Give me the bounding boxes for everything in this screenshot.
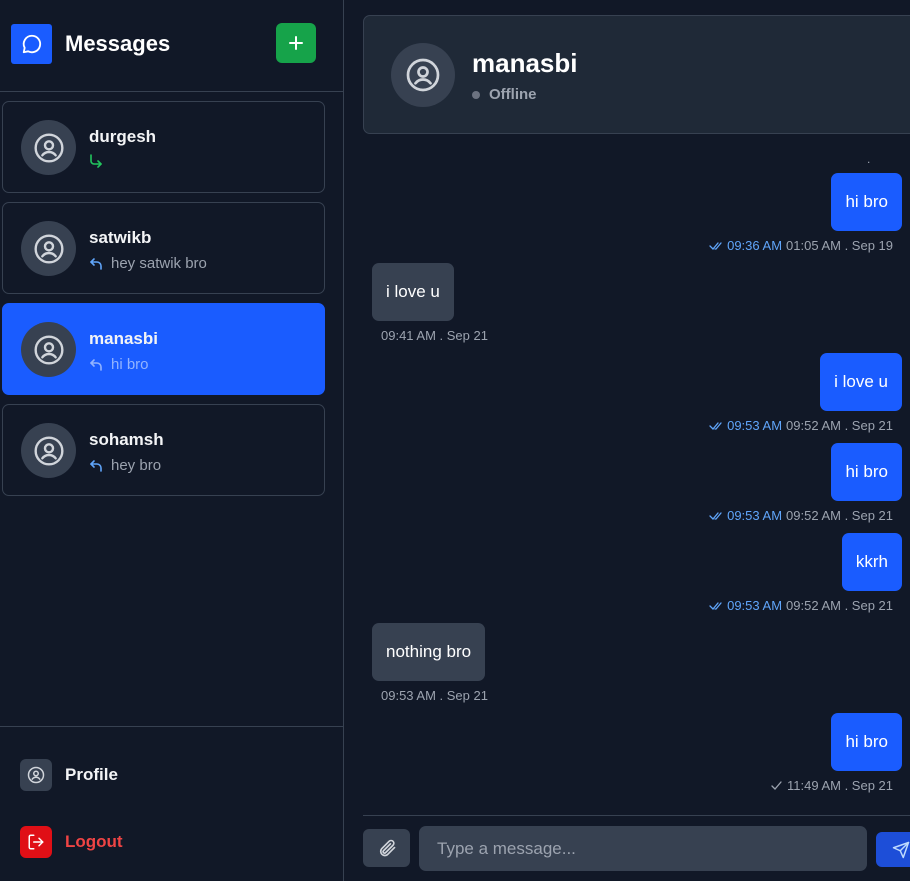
contact-name: satwikb [89, 228, 152, 247]
message-time: 11:49 AM . Sep 21 [787, 778, 893, 793]
message-meta: 09:53 AM 09:52 AM . Sep 21 [709, 418, 893, 433]
contact-name: manasbi [89, 329, 158, 348]
message-time: 01:05 AM . Sep 19 [786, 238, 893, 253]
message-bubble-incoming: nothing bro [372, 623, 486, 681]
message-time: 09:52 AM . Sep 21 [786, 598, 893, 613]
logout-label: Logout [65, 832, 123, 851]
message-bubble-outgoing: hi bro [831, 173, 902, 231]
contact-preview [89, 154, 111, 168]
contact-preview: hi bro [89, 356, 149, 373]
paperclip-icon [379, 839, 395, 857]
read-time: 09:36 AM [727, 238, 783, 253]
read-time: 09:53 AM [727, 598, 783, 613]
user-circle-icon [391, 43, 455, 107]
contact-preview-text: hey satwik bro [111, 255, 207, 272]
contact-item-durgesh[interactable]: durgesh [2, 101, 325, 193]
message-meta: 09:53 AM 09:52 AM . Sep 21 [709, 598, 893, 613]
message-time: 09:53 AM . Sep 21 [381, 688, 488, 703]
chat-bubble-icon [11, 24, 52, 64]
sidebar-footer: Profile Logout [0, 726, 343, 881]
contact-item-satwikb[interactable]: satwikb hey satwik bro [2, 202, 325, 294]
chat-contact-name: manasbi [472, 48, 578, 78]
reply-arrow-icon [90, 459, 102, 472]
profile-link[interactable]: Profile [20, 759, 118, 791]
plus-icon [289, 36, 303, 50]
message-meta: 09:41 AM . Sep 21 [381, 328, 488, 343]
scroll-marker: . [867, 152, 871, 166]
reply-arrow-icon [90, 358, 102, 371]
sidebar-header: Messages [0, 0, 343, 92]
message-time: 09:52 AM . Sep 21 [786, 418, 893, 433]
message-input[interactable] [419, 826, 867, 871]
new-chat-button[interactable] [276, 23, 316, 63]
app-title: Messages [65, 31, 171, 56]
status-dot [472, 90, 480, 99]
message-meta: 11:49 AM . Sep 21 [771, 778, 893, 793]
user-circle-icon [21, 423, 76, 478]
check-icon [771, 780, 782, 790]
user-circle-icon [20, 759, 52, 791]
chat-header: manasbi Offline [363, 15, 910, 134]
send-button[interactable] [876, 832, 910, 867]
contact-preview-text: hey bro [111, 457, 162, 474]
message-composer [363, 815, 910, 881]
message-bubble-incoming: i love u [372, 263, 454, 321]
send-icon [892, 841, 910, 858]
contact-preview: hey bro [89, 457, 161, 474]
contact-preview: hey satwik bro [89, 255, 207, 272]
message-time: 09:41 AM . Sep 21 [381, 328, 488, 343]
contact-preview-text: hi bro [111, 356, 149, 373]
contact-item-manasbi[interactable]: manasbi hi bro [2, 303, 325, 395]
logout-link[interactable]: Logout [20, 826, 123, 858]
message-bubble-outgoing: kkrh [841, 533, 902, 591]
profile-label: Profile [65, 765, 118, 784]
chat-status: Offline [472, 86, 537, 103]
double-check-icon [709, 601, 722, 610]
user-circle-icon [21, 120, 76, 175]
read-time: 09:53 AM [727, 418, 783, 433]
user-circle-icon [21, 221, 76, 276]
double-check-icon [709, 421, 722, 430]
message-meta: 09:53 AM . Sep 21 [381, 688, 488, 703]
contact-name: durgesh [89, 127, 157, 146]
double-check-icon [709, 241, 722, 250]
message-bubble-outgoing: hi bro [831, 443, 902, 501]
forward-arrow-icon [90, 154, 102, 168]
chat-status-text: Offline [489, 86, 537, 103]
read-time: 09:53 AM [727, 508, 783, 523]
double-check-icon [709, 511, 722, 520]
message-meta: 09:36 AM 01:05 AM . Sep 19 [709, 238, 893, 253]
message-meta: 09:53 AM 09:52 AM . Sep 21 [709, 508, 893, 523]
sidebar: Messages durgesh satwikb hey satwik bro … [0, 0, 344, 881]
contact-item-sohamsh[interactable]: sohamsh hey bro [2, 404, 325, 496]
reply-arrow-icon [90, 257, 102, 270]
contact-name: sohamsh [89, 430, 164, 449]
message-time: 09:52 AM . Sep 21 [786, 508, 893, 523]
user-circle-icon [21, 322, 76, 377]
message-bubble-outgoing: hi bro [831, 713, 902, 771]
logout-icon [20, 826, 52, 858]
attach-button[interactable] [363, 829, 410, 867]
chat-panel: manasbi Offline . hi bro 09:36 AM 01:05 … [345, 0, 910, 881]
message-bubble-outgoing: i love u [820, 353, 902, 411]
